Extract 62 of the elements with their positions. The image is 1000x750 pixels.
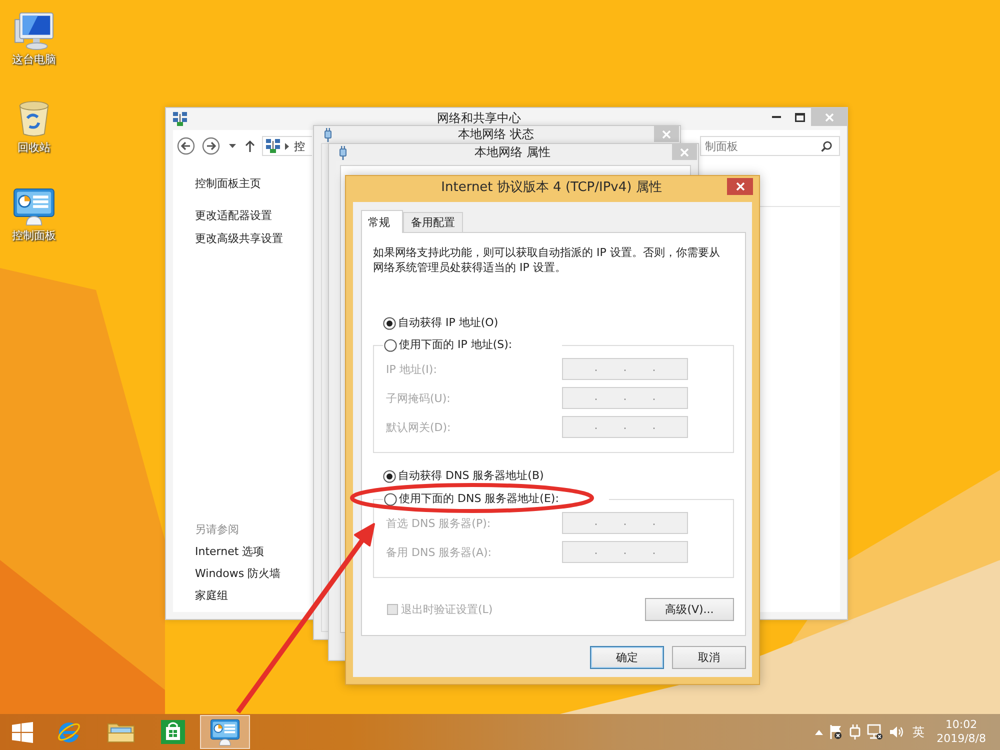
see-also-heading: 另请参阅 (195, 523, 239, 537)
forward-icon (202, 137, 220, 155)
radio-option[interactable]: 自动获得 IP 地址(O) (383, 316, 734, 330)
windows-logo-icon (12, 722, 32, 742)
sidebar-link[interactable]: 更改适配器设置 (195, 209, 272, 223)
dialog-title: Internet 协议版本 4 (TCP/IPv4) 属性 (440, 179, 663, 197)
network-icon (173, 112, 187, 126)
field-label: 备用 DNS 服务器(A): (386, 544, 492, 560)
address-bar[interactable]: 控 (262, 136, 312, 156)
description-text: 如果网络支持此功能，则可以获取自动指派的 IP 设置。否则，你需要从网络系统管理员处获得适当的 IP 设置。 (373, 245, 721, 275)
tab[interactable]: 备用配置 (403, 212, 463, 232)
cancel-button[interactable]: 取消 (672, 646, 746, 669)
back-button[interactable] (176, 136, 196, 156)
radio-option[interactable]: 使用下面的 IP 地址(S): (384, 338, 512, 352)
field-label: 默认网关(D): (386, 420, 452, 434)
window-title: 本地网络 属性 (474, 144, 552, 161)
close-button[interactable] (727, 178, 753, 195)
clock-time: 10:02 (945, 718, 978, 732)
network-monitor-icon (866, 724, 883, 740)
field-label: 首选 DNS 服务器(P): (386, 516, 492, 530)
caret-down-icon (228, 144, 236, 148)
plug-icon (324, 128, 332, 142)
chevron-icon (285, 142, 289, 150)
computer-icon (13, 12, 55, 50)
close-icon (736, 182, 744, 191)
sidebar-link[interactable]: 家庭组 (195, 589, 228, 603)
plug-icon (339, 146, 347, 160)
sidebar-link[interactable]: Windows 防火墙 (195, 567, 281, 581)
search-field[interactable]: 制面板 (700, 136, 840, 156)
radio-option[interactable]: 自动获得 DNS 服务器地址(B) (383, 469, 734, 483)
search-icon (821, 140, 832, 152)
sidebar-link[interactable]: 控制面板主页 (195, 177, 261, 191)
sidebar-link[interactable]: 更改高级共享设置 (195, 232, 283, 246)
forward-button[interactable] (201, 136, 221, 156)
breadcrumb-text[interactable]: 控 (294, 138, 305, 154)
close-icon (824, 112, 834, 122)
minimize-icon (772, 116, 781, 118)
speaker-icon (888, 725, 904, 739)
maximize-icon (794, 112, 804, 122)
network-icon (266, 139, 280, 153)
ok-button[interactable]: 确定 (590, 646, 664, 669)
field-label: 子网掩码(U): (386, 390, 452, 406)
plug-icon (848, 724, 861, 740)
up-arrow-icon (245, 140, 255, 152)
control-panel-icon (13, 188, 55, 226)
clock-date: 2019/8/8 (936, 732, 986, 746)
field-label: IP 地址(I): (386, 362, 438, 376)
caret-up-icon (814, 730, 823, 734)
recycle-bin-icon (18, 100, 50, 138)
advanced-button[interactable]: 高级(V)... (645, 598, 734, 621)
sidebar-link[interactable]: Internet 选项 (195, 545, 264, 559)
flag-icon (828, 724, 843, 740)
control-panel-button[interactable] (200, 715, 250, 749)
tab[interactable]: 常规 (361, 210, 403, 233)
control-panel-icon (210, 718, 240, 746)
shopping-bag-icon (161, 720, 185, 744)
close-icon (662, 130, 671, 138)
close-icon (680, 148, 689, 156)
window-title: 网络和共享中心 (436, 110, 522, 126)
window-title: 本地网络 状态 (457, 126, 535, 143)
browser-icon (56, 720, 82, 744)
back-icon (177, 137, 195, 155)
